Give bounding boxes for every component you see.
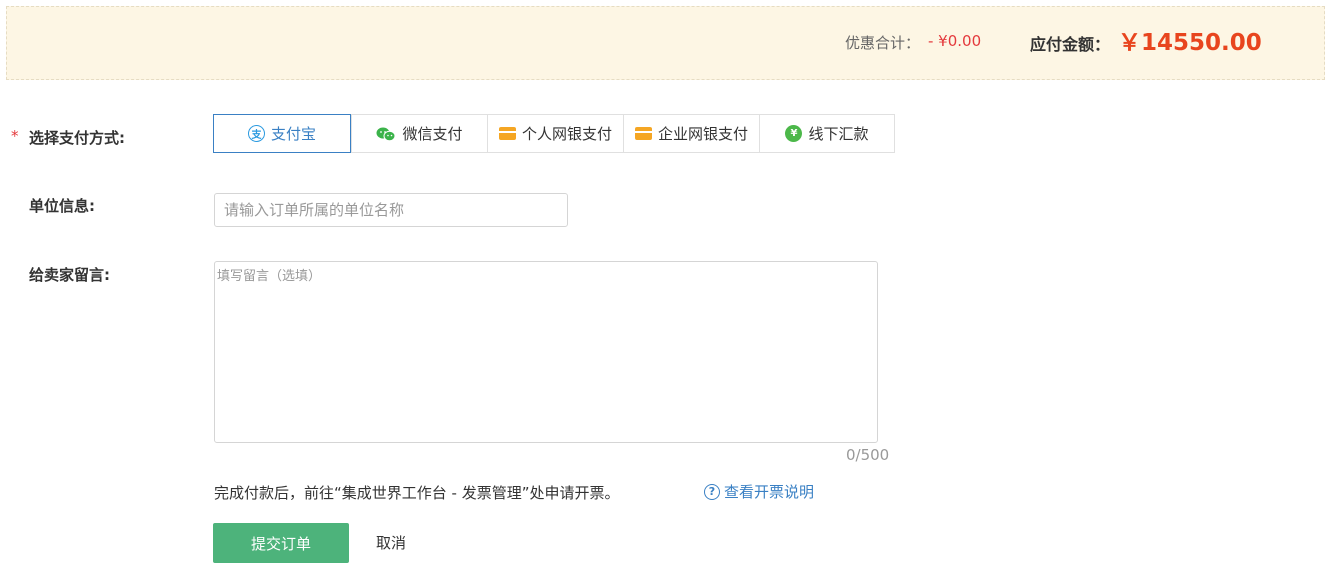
pay-option-personal-bank[interactable]: 个人网银支付 xyxy=(487,115,623,152)
payable-amount-value: ￥14550.00 xyxy=(1118,30,1262,56)
unit-name-input[interactable] xyxy=(214,193,568,227)
alipay-icon: 支 xyxy=(247,125,265,142)
discount-label: 优惠合计： xyxy=(845,34,921,52)
cancel-button[interactable]: 取消 xyxy=(376,532,406,553)
payment-method-selector: 支 支付宝 微信支付 个人网银支付 企业网银支付 ¥ 线下汇款 xyxy=(213,114,895,153)
pay-option-enterprise-bank[interactable]: 企业网银支付 xyxy=(623,115,759,152)
pay-option-label: 企业网银支付 xyxy=(657,125,748,143)
required-mark: * xyxy=(11,127,19,145)
message-label: 给卖家留言: xyxy=(29,266,110,284)
pay-option-offline-transfer[interactable]: ¥ 线下汇款 xyxy=(759,115,894,152)
submit-order-button[interactable]: 提交订单 xyxy=(213,523,349,563)
payable-amount-label: 应付金额： xyxy=(1030,35,1111,54)
invoice-note: 完成付款后，前往“集成世界工作台 - 发票管理”处申请开票。 xyxy=(214,484,620,502)
character-counter: 0/500 xyxy=(846,446,890,464)
pay-option-wechat[interactable]: 微信支付 xyxy=(351,115,487,152)
bank-card-icon xyxy=(498,127,516,140)
bank-card-icon xyxy=(634,127,652,140)
seller-message-textarea[interactable] xyxy=(214,261,878,443)
yuan-icon: ¥ xyxy=(785,125,803,142)
unit-info-label: 单位信息: xyxy=(29,197,95,215)
pay-option-label: 微信支付 xyxy=(402,125,463,143)
question-circle-icon: ? xyxy=(704,483,720,500)
pay-option-label: 个人网银支付 xyxy=(521,125,612,143)
invoice-help-link[interactable]: ? 查看开票说明 xyxy=(704,481,814,502)
pay-option-label: 线下汇款 xyxy=(808,125,869,143)
pay-option-alipay[interactable]: 支 支付宝 xyxy=(213,114,351,153)
payment-method-label: 选择支付方式: xyxy=(29,129,125,147)
discount-value: - ¥0.00 xyxy=(928,32,982,50)
pay-option-label: 支付宝 xyxy=(270,125,316,143)
wechat-icon xyxy=(376,127,396,141)
invoice-help-link-label: 查看开票说明 xyxy=(724,483,815,501)
